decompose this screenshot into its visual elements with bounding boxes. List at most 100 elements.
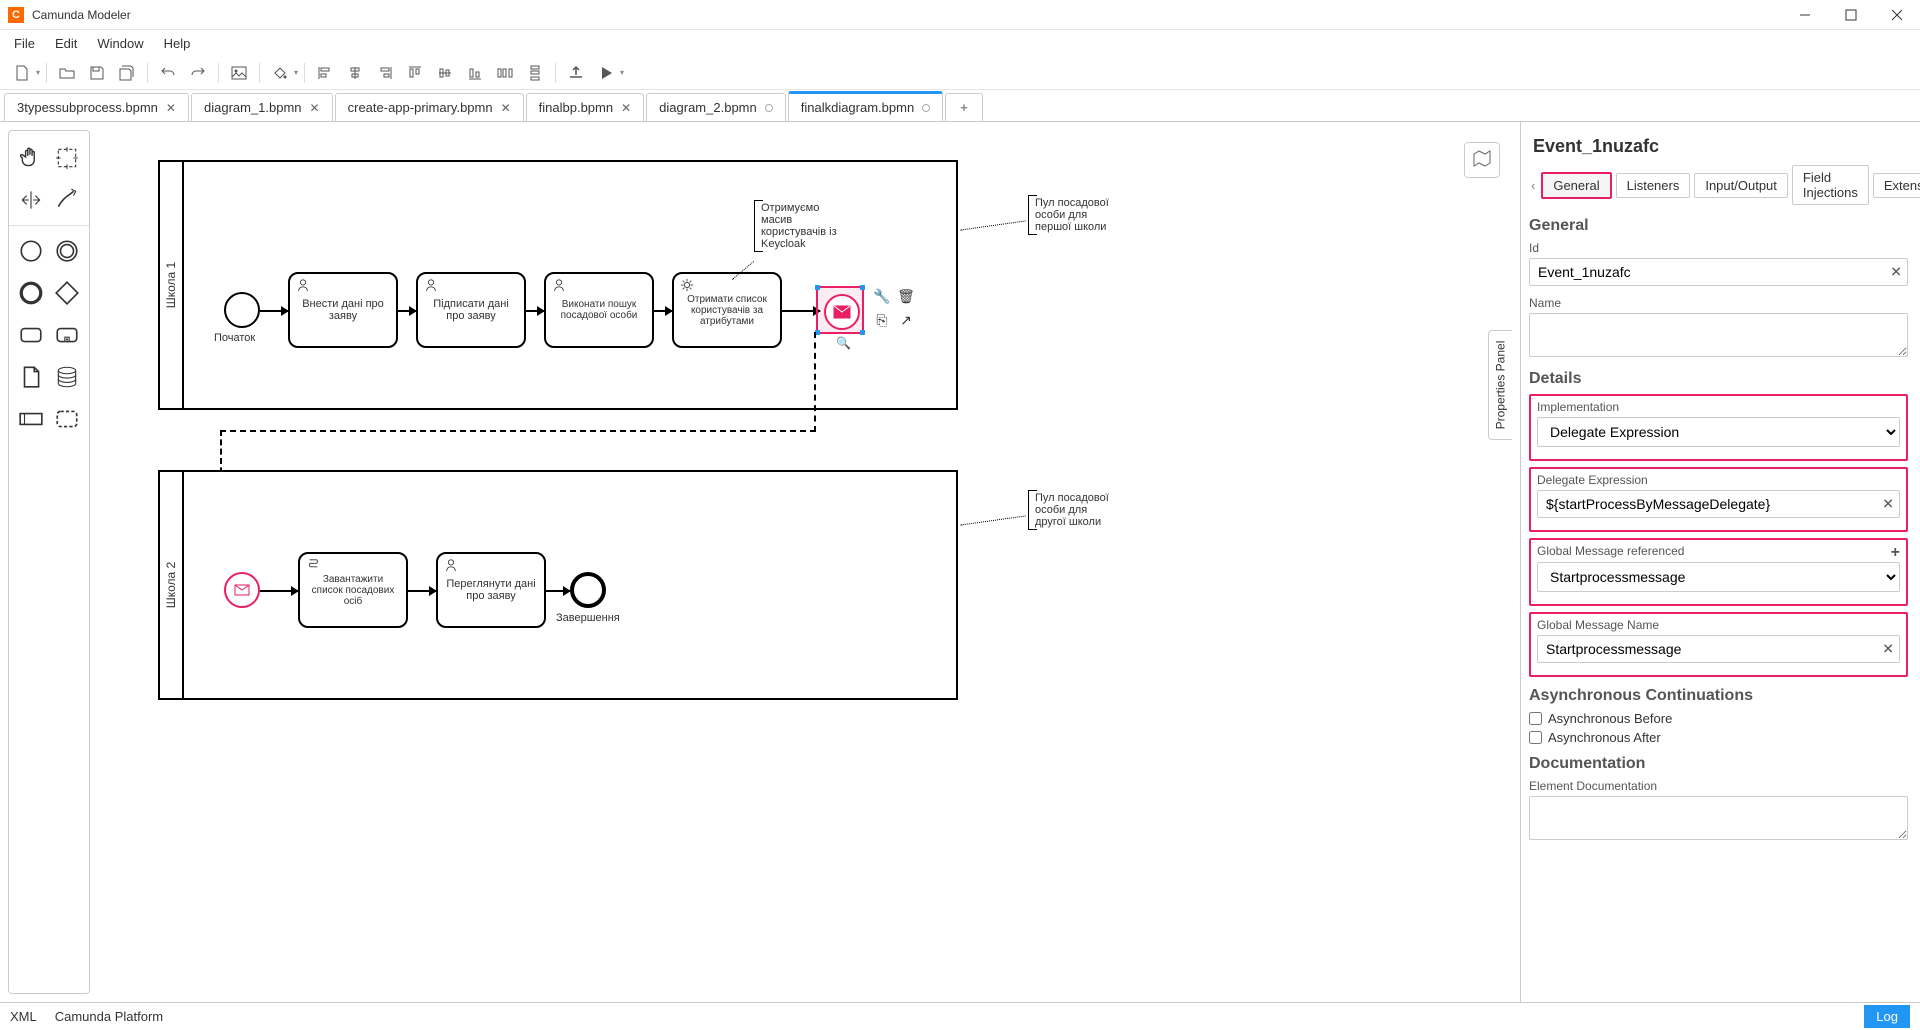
task-review[interactable]: Переглянути дані про заяву	[436, 552, 546, 628]
footer-xml-tab[interactable]: XML	[10, 1009, 37, 1024]
canvas[interactable]: Школа 1 Початок Внести дані про заяву Пі…	[90, 122, 1520, 1002]
pool-school-1[interactable]: Школа 1 Початок Внести дані про заяву Пі…	[158, 160, 958, 410]
close-icon[interactable]: ✕	[621, 101, 631, 115]
distribute-v-button[interactable]	[521, 59, 549, 87]
tab-listeners[interactable]: Listeners	[1616, 173, 1691, 198]
maximize-button[interactable]	[1828, 0, 1874, 30]
connect-tool-icon[interactable]	[52, 185, 82, 215]
message-flow[interactable]	[220, 430, 816, 432]
image-button[interactable]	[225, 59, 253, 87]
menu-file[interactable]: File	[4, 32, 45, 55]
clear-icon[interactable]: ✕	[1882, 496, 1894, 513]
footer-platform-tab[interactable]: Camunda Platform	[55, 1009, 163, 1024]
menu-help[interactable]: Help	[154, 32, 201, 55]
align-center-button[interactable]	[341, 59, 369, 87]
align-bottom-button[interactable]	[461, 59, 489, 87]
message-flow[interactable]	[814, 332, 816, 432]
minimize-button[interactable]	[1782, 0, 1828, 30]
align-top-button[interactable]	[401, 59, 429, 87]
intermediate-event-icon[interactable]	[52, 236, 82, 266]
tab-general[interactable]: General	[1541, 172, 1611, 199]
save-button[interactable]	[83, 59, 111, 87]
start-event[interactable]	[224, 292, 260, 328]
caret-icon: ▾	[620, 68, 624, 77]
space-tool-icon[interactable]	[16, 185, 46, 215]
documentation-input[interactable]	[1529, 796, 1908, 840]
end-event-icon[interactable]	[16, 278, 46, 308]
pool-icon[interactable]	[16, 404, 46, 434]
deploy-button[interactable]	[562, 59, 590, 87]
tabs-prev[interactable]: ‹	[1529, 178, 1537, 193]
message-start-event[interactable]	[224, 572, 260, 608]
id-input[interactable]	[1529, 258, 1908, 286]
lasso-tool-icon[interactable]	[52, 143, 82, 173]
async-before-checkbox[interactable]: Asynchronous Before	[1529, 711, 1908, 726]
tab-finalbp[interactable]: finalbp.bpmn✕	[526, 93, 645, 121]
annotation-icon[interactable]: ⎘	[872, 310, 892, 330]
data-store-icon[interactable]	[52, 362, 82, 392]
message-throw-event[interactable]	[824, 294, 860, 330]
menu-edit[interactable]: Edit	[45, 32, 87, 55]
text-annotation-pool1[interactable]: Пул посадової особи для першої школи	[1028, 195, 1118, 235]
tab-diagram2[interactable]: diagram_2.bpmn	[646, 93, 786, 121]
selected-element[interactable]	[816, 286, 864, 334]
tab-extensions[interactable]: Extensions	[1873, 173, 1920, 198]
subprocess-icon[interactable]	[52, 320, 82, 350]
task-search-official[interactable]: Виконати пошук посадової особи	[544, 272, 654, 348]
minimap-toggle[interactable]	[1464, 142, 1500, 178]
magnifier-icon[interactable]: 🔍	[836, 336, 851, 350]
async-after-checkbox[interactable]: Asynchronous After	[1529, 730, 1908, 745]
tab-input-output[interactable]: Input/Output	[1694, 173, 1788, 198]
tab-diagram1[interactable]: diagram_1.bpmn✕	[191, 93, 333, 121]
tab-finalkdiagram[interactable]: finalkdiagram.bpmn	[788, 91, 943, 121]
color-fill-button[interactable]	[266, 59, 294, 87]
save-all-button[interactable]	[113, 59, 141, 87]
group-icon[interactable]	[52, 404, 82, 434]
open-button[interactable]	[53, 59, 81, 87]
implementation-select[interactable]: Delegate Expression	[1537, 417, 1900, 447]
text-annotation-pool2[interactable]: Пул посадової особи для другої школи	[1028, 490, 1118, 530]
gateway-icon[interactable]	[52, 278, 82, 308]
align-middle-button[interactable]	[431, 59, 459, 87]
align-left-button[interactable]	[311, 59, 339, 87]
new-file-button[interactable]	[8, 59, 36, 87]
start-event-icon[interactable]	[16, 236, 46, 266]
tab-3typessubprocess[interactable]: 3typessubprocess.bpmn✕	[4, 93, 189, 121]
delegate-expression-input[interactable]	[1537, 490, 1900, 518]
add-message-button[interactable]: +	[1891, 544, 1900, 562]
redo-button[interactable]	[184, 59, 212, 87]
undo-button[interactable]	[154, 59, 182, 87]
new-tab-button[interactable]: +	[945, 93, 983, 121]
global-message-ref-select[interactable]: Startprocessmessage	[1537, 562, 1900, 592]
close-icon[interactable]: ✕	[166, 101, 176, 115]
pool-school-2[interactable]: Школа 2 Завантажити список посадових осі…	[158, 470, 958, 700]
trash-icon[interactable]: 🗑	[896, 286, 916, 306]
run-button[interactable]	[592, 59, 620, 87]
close-icon[interactable]: ✕	[310, 101, 320, 115]
task-icon[interactable]	[16, 320, 46, 350]
close-button[interactable]	[1874, 0, 1920, 30]
end-event[interactable]	[570, 572, 606, 608]
tab-field-injections[interactable]: Field Injections	[1792, 165, 1869, 205]
context-pad: 🔧 🗑 ⎘ ↗	[872, 286, 916, 330]
log-button[interactable]: Log	[1864, 1005, 1910, 1028]
task-load-list[interactable]: Завантажити список посадових осіб	[298, 552, 408, 628]
text-annotation[interactable]: Отримуємо масив користувачів із Keycloak	[754, 200, 854, 252]
wrench-icon[interactable]: 🔧	[872, 286, 892, 306]
clear-icon[interactable]: ✕	[1890, 264, 1902, 281]
distribute-h-button[interactable]	[491, 59, 519, 87]
tab-create-app-primary[interactable]: create-app-primary.bpmn✕	[335, 93, 524, 121]
task-enter-data[interactable]: Внести дані про заяву	[288, 272, 398, 348]
close-icon[interactable]: ✕	[501, 101, 511, 115]
align-right-button[interactable]	[371, 59, 399, 87]
properties-panel-toggle[interactable]: Properties Panel	[1488, 330, 1512, 440]
clear-icon[interactable]: ✕	[1882, 641, 1894, 658]
task-get-users[interactable]: Отримати список користувачів за атрибута…	[672, 272, 782, 348]
task-sign-data[interactable]: Підписати дані про заяву	[416, 272, 526, 348]
connect-icon[interactable]: ↗	[896, 310, 916, 330]
name-input[interactable]	[1529, 313, 1908, 357]
hand-tool-icon[interactable]	[16, 143, 46, 173]
global-message-name-input[interactable]	[1537, 635, 1900, 663]
data-object-icon[interactable]	[16, 362, 46, 392]
menu-window[interactable]: Window	[87, 32, 153, 55]
